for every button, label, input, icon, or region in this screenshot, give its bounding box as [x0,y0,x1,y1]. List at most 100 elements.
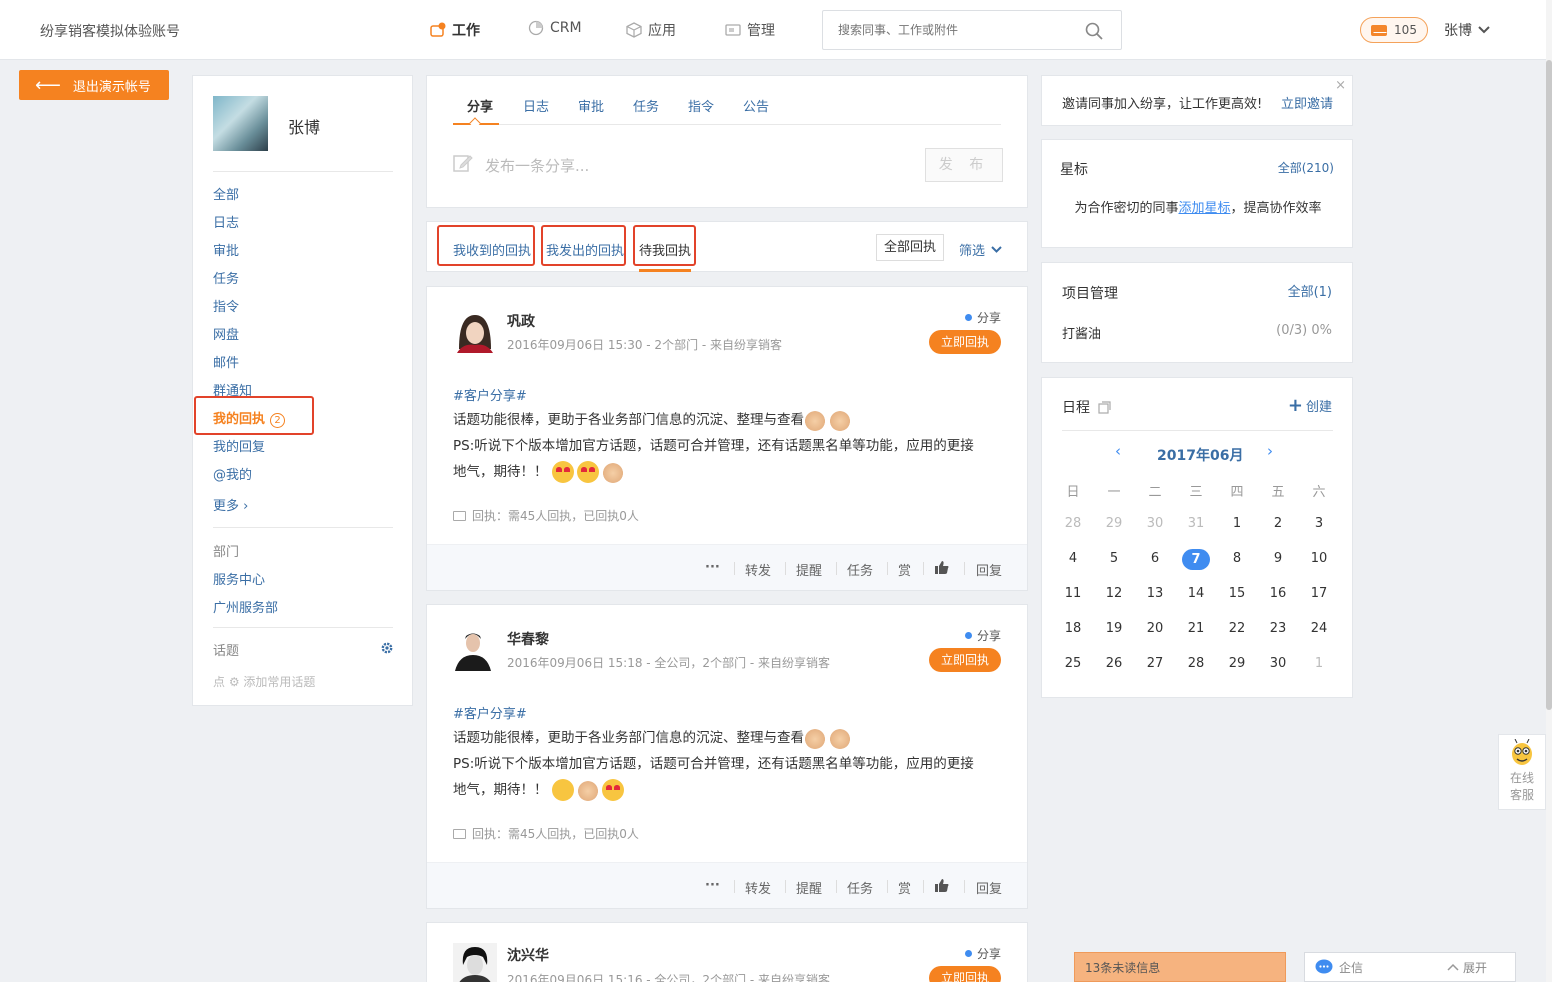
nav-work[interactable]: 工作 [430,20,480,40]
calendar-day[interactable]: 28 [1059,516,1087,531]
avatar[interactable] [213,96,268,151]
search-input[interactable] [823,11,1073,49]
search-icon[interactable] [1085,22,1103,40]
tab-share[interactable]: 分享 [467,96,493,115]
exit-demo-button[interactable]: ⟵ 退出演示帐号 [19,70,169,100]
prev-month-icon[interactable]: ‹ [1115,442,1121,460]
calendar-day[interactable]: 2 [1264,516,1292,531]
forward-button[interactable]: 转发 [745,878,771,897]
calendar-day[interactable]: 27 [1141,656,1169,671]
add-topic-hint[interactable]: 点 ⚙ 添加常用话题 [213,673,315,690]
create-schedule-button[interactable]: + 创建 [1288,396,1332,415]
calendar-day[interactable]: 3 [1305,516,1333,531]
tab-command[interactable]: 指令 [688,96,714,115]
popout-icon[interactable] [1098,400,1111,414]
calendar-day[interactable]: 8 [1223,551,1251,566]
reply-button[interactable]: 回复 [976,560,1002,579]
reply-button[interactable]: 回复 [976,878,1002,897]
avatar[interactable] [453,943,497,982]
calendar-day[interactable]: 30 [1141,516,1169,531]
calendar-day[interactable]: 12 [1100,586,1128,601]
search-box[interactable] [822,10,1122,50]
post-author[interactable]: 沈兴华 [507,945,549,965]
calendar-day[interactable]: 20 [1141,621,1169,636]
next-month-icon[interactable]: › [1267,442,1273,460]
post-topic[interactable]: #客户分享# [453,703,527,722]
publish-button[interactable]: 发 布 [925,148,1003,182]
qixin-chat-bar[interactable]: 企信 展开 [1304,952,1516,982]
post-author[interactable]: 华春黎 [507,629,549,649]
sidebar-item-mentions[interactable]: @我的 [213,464,252,483]
unread-messages-bar[interactable]: 13条未读信息 [1074,952,1286,982]
calendar-day[interactable]: 25 [1059,656,1087,671]
calendar-day-today[interactable]: 7 [1182,549,1210,570]
reply-now-button[interactable]: 立即回执 [929,648,1001,672]
calendar-day[interactable]: 21 [1182,621,1210,636]
nav-admin[interactable]: 管理 [725,20,775,40]
tab-notice[interactable]: 公告 [743,96,769,115]
profile-name[interactable]: 张博 [288,114,320,138]
calendar-day[interactable]: 28 [1182,656,1210,671]
calendar-day[interactable]: 5 [1100,551,1128,566]
calendar-day[interactable]: 22 [1223,621,1251,636]
gear-icon[interactable] [380,641,394,655]
calendar-day[interactable]: 4 [1059,551,1087,566]
reward-button[interactable]: 赏 [898,878,911,897]
calendar-day[interactable]: 30 [1264,656,1292,671]
calendar-day[interactable]: 19 [1100,621,1128,636]
calendar-day[interactable]: 9 [1264,551,1292,566]
more-icon[interactable]: ··· [705,878,720,893]
remind-button[interactable]: 提醒 [796,560,822,579]
calendar-day[interactable]: 1 [1305,656,1333,671]
nav-apps[interactable]: 应用 [626,20,676,40]
user-menu[interactable]: 张博 [1444,20,1490,40]
sidebar-item-command[interactable]: 指令 [213,296,239,315]
close-icon[interactable]: × [1335,78,1346,93]
calendar-day[interactable]: 1 [1223,516,1251,531]
calendar-day[interactable]: 24 [1305,621,1333,636]
post-topic[interactable]: #客户分享# [453,385,527,404]
sidebar-item-mail[interactable]: 邮件 [213,352,239,371]
invite-link[interactable]: 立即邀请 [1281,93,1333,112]
tab-task[interactable]: 任务 [633,96,659,115]
sidebar-item-my-reply[interactable]: 我的回复 [213,436,265,455]
calendar-day[interactable]: 11 [1059,586,1087,601]
calendar-day[interactable]: 10 [1305,551,1333,566]
task-button[interactable]: 任务 [847,878,873,897]
project-item[interactable]: 打酱油 [1062,323,1101,342]
calendar-day[interactable]: 6 [1141,551,1169,566]
post-author[interactable]: 巩政 [507,311,535,331]
reply-now-button[interactable]: 立即回执 [929,966,1001,982]
mail-badge[interactable]: 105 [1360,17,1428,43]
thumbs-up-icon[interactable] [935,878,949,892]
nav-crm[interactable]: CRM [528,20,582,36]
sidebar-item-task[interactable]: 任务 [213,268,239,287]
all-receipts-button[interactable]: 全部回执 [876,234,944,261]
filter-dropdown[interactable]: 筛选 [959,240,1002,259]
sidebar-item-netdisk[interactable]: 网盘 [213,324,239,343]
sidebar-item-all[interactable]: 全部 [213,184,239,203]
online-service-widget[interactable]: 在线 客服 [1498,734,1546,810]
tab-approval[interactable]: 审批 [578,96,604,115]
calendar-day[interactable]: 18 [1059,621,1087,636]
star-all-link[interactable]: 全部(210) [1278,159,1334,176]
project-all-link[interactable]: 全部(1) [1288,281,1332,300]
forward-button[interactable]: 转发 [745,560,771,579]
scrollbar-thumb[interactable] [1546,60,1552,710]
calendar-day[interactable]: 23 [1264,621,1292,636]
add-star-link[interactable]: 添加星标 [1178,201,1230,216]
dept-item[interactable]: 广州服务部 [213,597,278,616]
tab-log[interactable]: 日志 [523,96,549,115]
compose-input[interactable]: 发布一条分享... [485,155,589,176]
reply-now-button[interactable]: 立即回执 [929,330,1001,354]
calendar-day[interactable]: 17 [1305,586,1333,601]
calendar-day[interactable]: 29 [1100,516,1128,531]
dept-item[interactable]: 服务中心 [213,569,265,588]
avatar[interactable] [453,309,497,353]
calendar-day[interactable]: 31 [1182,516,1210,531]
expand-chat[interactable]: 展开 [1447,959,1487,976]
remind-button[interactable]: 提醒 [796,878,822,897]
calendar-day[interactable]: 26 [1100,656,1128,671]
calendar-day[interactable]: 29 [1223,656,1251,671]
thumbs-up-icon[interactable] [935,560,949,574]
